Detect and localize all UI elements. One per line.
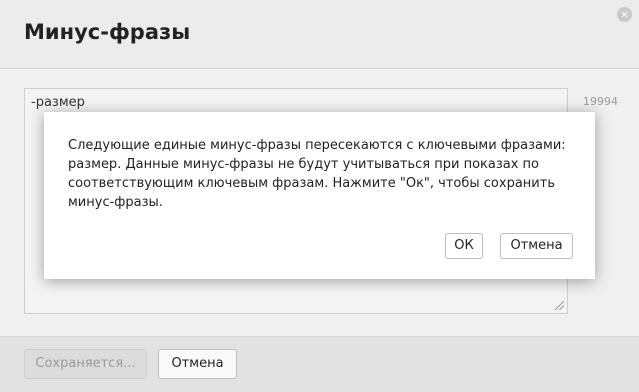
dialog-ok-button[interactable]: ОК (445, 233, 483, 259)
dialog-message: Следующие единые минус-фразы пересекаютс… (68, 138, 566, 210)
dialog-cancel-button[interactable]: Отмена (500, 233, 573, 259)
